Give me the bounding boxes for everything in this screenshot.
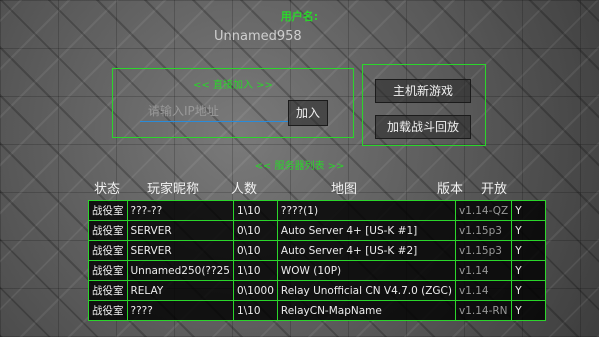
server-cell-player-count: 1\10 bbox=[232, 200, 278, 221]
server-cell-version: v1.15p3 bbox=[454, 220, 513, 241]
server-cell-status: 战役室 bbox=[88, 300, 128, 321]
server-table: 战役室 ???-?? 1\10 ????(1) v1.14-QZ Y 战役室 SERVER 0\… bbox=[88, 200, 547, 321]
server-cell-status: 战役室 bbox=[88, 240, 128, 261]
server-cell-status: 战役室 bbox=[88, 260, 128, 281]
server-cell-version: v1.15p3 bbox=[454, 240, 513, 261]
column-header-count: 人数 bbox=[231, 182, 258, 197]
server-row[interactable]: 战役室 SERVER 0\10 Auto Server 4+ [US-K #1] v1.… bbox=[88, 220, 547, 241]
server-cell-open: Y bbox=[511, 260, 547, 281]
server-cell-open: Y bbox=[511, 220, 547, 241]
column-header-map: 地图 bbox=[331, 182, 358, 197]
load-replay-button[interactable]: 加载战斗回放 bbox=[375, 115, 471, 139]
server-cell-open: Y bbox=[511, 240, 547, 261]
server-cell-version: v1.14-RN bbox=[454, 300, 513, 321]
server-row[interactable]: 战役室 Unnamed250(??25 1\10 WOW (10P) v1.14 Y bbox=[88, 260, 547, 281]
server-cell-open: Y bbox=[511, 200, 547, 221]
server-cell-player-count: 1\10 bbox=[232, 300, 278, 321]
column-header-version: 版本 bbox=[437, 182, 464, 197]
server-cell-player-name: Unnamed250(??25 bbox=[126, 260, 234, 281]
join-button[interactable]: 加入 bbox=[288, 100, 328, 126]
server-row[interactable]: 战役室 RELAY 0\1000 Relay Unofficial CN V4.7.0… bbox=[88, 280, 547, 301]
column-header-status: 状态 bbox=[94, 182, 121, 197]
server-cell-player-name: ???-?? bbox=[126, 200, 234, 221]
username-field[interactable]: Unnamed958 bbox=[214, 29, 302, 44]
server-cell-version: v1.14 bbox=[454, 280, 513, 301]
server-cell-version: v1.14 bbox=[454, 260, 513, 281]
server-list-title: << 服务器列表 >> bbox=[254, 161, 345, 172]
server-cell-status: 战役室 bbox=[88, 220, 128, 241]
server-cell-open: Y bbox=[511, 280, 547, 301]
server-cell-open: Y bbox=[511, 300, 547, 321]
server-cell-player-name: SERVER bbox=[126, 220, 234, 241]
server-row[interactable]: 战役室???? 1\10 RelayCN-MapName v1.14-RN Y bbox=[88, 300, 547, 321]
server-cell-player-count: 0\1000 bbox=[232, 280, 278, 301]
column-header-player: 玩家昵称 bbox=[147, 182, 200, 197]
server-cell-status: 战役室 bbox=[88, 200, 128, 221]
username-label: 用户名: bbox=[280, 10, 319, 23]
host-new-game-button[interactable]: 主机新游戏 bbox=[375, 79, 471, 103]
server-cell-player-count: 1\10 bbox=[232, 260, 278, 281]
server-table-body: 战役室 ???-?? 1\10 ????(1) v1.14-QZ Y 战役室 SERVER 0\… bbox=[88, 200, 547, 321]
server-cell-player-count: 0\10 bbox=[232, 220, 278, 241]
server-cell-player-count: 0\10 bbox=[232, 240, 278, 261]
server-table-header: 状态 玩家昵称 人数 地图 版本 开放 bbox=[90, 178, 520, 197]
server-cell-map: WOW (10P) bbox=[276, 260, 457, 281]
server-cell-version: v1.14-QZ bbox=[454, 200, 513, 221]
server-cell-player-name: SERVER bbox=[126, 240, 234, 261]
server-cell-status: 战役室 bbox=[88, 280, 128, 301]
server-cell-map: RelayCN-MapName bbox=[276, 300, 457, 321]
direct-join-title: << 直接加入 >> bbox=[193, 80, 273, 91]
server-row[interactable]: 战役室 SERVER 0\10 Auto Server 4+ [US-K #2] v1.… bbox=[88, 240, 547, 261]
server-cell-player-name: RELAY bbox=[126, 280, 234, 301]
ip-address-input[interactable] bbox=[140, 100, 290, 122]
server-cell-map: ????(1) bbox=[276, 200, 457, 221]
column-header-open: 开放 bbox=[481, 182, 508, 197]
server-row[interactable]: 战役室 ???-?? 1\10 ????(1) v1.14-QZ Y bbox=[88, 200, 547, 221]
server-cell-map: Auto Server 4+ [US-K #1] bbox=[276, 220, 457, 241]
server-cell-player-name: ???? bbox=[126, 300, 234, 321]
server-cell-map: Relay Unofficial CN V4.7.0 (ZGC) bbox=[276, 280, 457, 301]
server-cell-map: Auto Server 4+ [US-K #2] bbox=[276, 240, 457, 261]
